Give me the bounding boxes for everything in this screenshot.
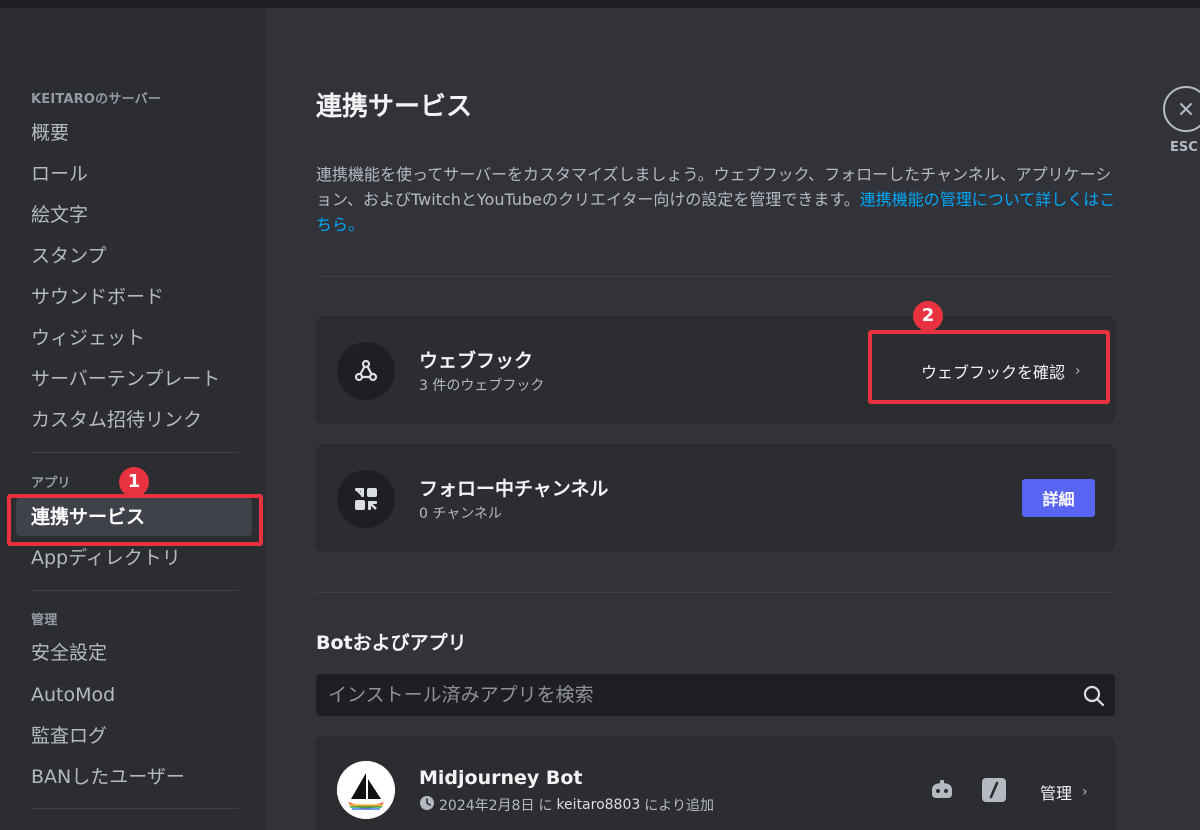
midjourney-bot-avatar <box>337 761 395 819</box>
sidebar-item-bans[interactable]: BANしたユーザー <box>31 765 185 789</box>
close-icon <box>1180 103 1192 115</box>
sidebar-item-stickers[interactable]: スタンプ <box>31 244 106 268</box>
chevron-right-icon: › <box>1082 784 1088 800</box>
slash-commands-icon <box>981 777 1007 807</box>
clock-icon <box>419 795 435 815</box>
sidebar-item-app-directory[interactable]: Appディレクトリ <box>31 546 181 570</box>
followed-channels-card: フォロー中チャンネル 0 チャンネル 詳細 <box>316 444 1115 552</box>
bot-name: Midjourney Bot <box>419 767 583 789</box>
section-divider <box>316 276 1115 277</box>
close-settings-button[interactable] <box>1163 86 1200 132</box>
server-settings-header: KEITAROのサーバー <box>31 92 162 107</box>
sidebar-divider <box>31 808 238 809</box>
webhook-icon <box>337 342 395 400</box>
followed-channels-details-button[interactable]: 詳細 <box>1022 479 1095 517</box>
bot-app-icon <box>929 777 955 807</box>
sidebar-item-overview[interactable]: 概要 <box>31 121 69 145</box>
step-badge-2: 2 <box>913 301 943 331</box>
step-badge-1: 1 <box>119 467 149 497</box>
page-description: 連携機能を使ってサーバーをカスタマイズしましょう。ウェブフック、フォローしたチャ… <box>316 165 1116 234</box>
sidebar-item-roles[interactable]: ロール <box>31 162 88 186</box>
app-search-box <box>316 674 1115 716</box>
webhooks-title: ウェブフック <box>419 350 534 372</box>
bot-added-date: 2024年2月8日 <box>439 798 535 814</box>
sidebar-divider <box>31 590 238 591</box>
highlight-box-integrations <box>7 494 263 546</box>
followed-channels-icon <box>337 470 395 528</box>
sidebar-item-soundboard[interactable]: サウンドボード <box>31 285 164 309</box>
settings-sidebar: KEITAROのサーバー 概要 ロール 絵文字 スタンプ サウンドボード ウィジ… <box>0 8 266 830</box>
browser-top-strip <box>0 0 1200 8</box>
highlight-box-view-webhooks <box>868 330 1110 404</box>
esc-label: ESC <box>1170 140 1198 155</box>
app-search-input[interactable] <box>316 674 1056 716</box>
sidebar-item-automod[interactable]: AutoMod <box>31 683 115 707</box>
sidebar-item-widget[interactable]: ウィジェット <box>31 326 145 350</box>
followed-channels-count: 0 チャンネル <box>419 506 502 522</box>
bot-added-info: 2024年2月8日 に keitaro8803 により追加 <box>419 795 714 815</box>
section-divider <box>316 592 1115 593</box>
followed-channels-title: フォロー中チャンネル <box>419 478 609 500</box>
bot-card-midjourney: Midjourney Bot 2024年2月8日 に keitaro8803 に… <box>316 736 1115 830</box>
moderation-header: 管理 <box>31 613 58 628</box>
sidebar-item-safety-setup[interactable]: 安全設定 <box>31 641 107 665</box>
apps-header: アプリ <box>31 476 71 491</box>
sidebar-item-audit-log[interactable]: 監査ログ <box>31 724 107 748</box>
sidebar-item-emoji[interactable]: 絵文字 <box>31 203 88 227</box>
sidebar-divider <box>31 452 238 453</box>
sidebar-item-server-template[interactable]: サーバーテンプレート <box>31 367 220 391</box>
page-title: 連携サービス <box>316 92 473 122</box>
bot-added-by-user[interactable]: keitaro8803 <box>556 797 640 813</box>
webhooks-count: 3 件のウェブフック <box>419 378 545 394</box>
sidebar-item-vanity-url[interactable]: カスタム招待リンク <box>31 408 202 432</box>
manage-bot-button[interactable]: 管理 › <box>1040 780 1088 804</box>
search-icon[interactable] <box>1082 684 1106 708</box>
bots-section-title: Botおよびアプリ <box>316 632 467 654</box>
